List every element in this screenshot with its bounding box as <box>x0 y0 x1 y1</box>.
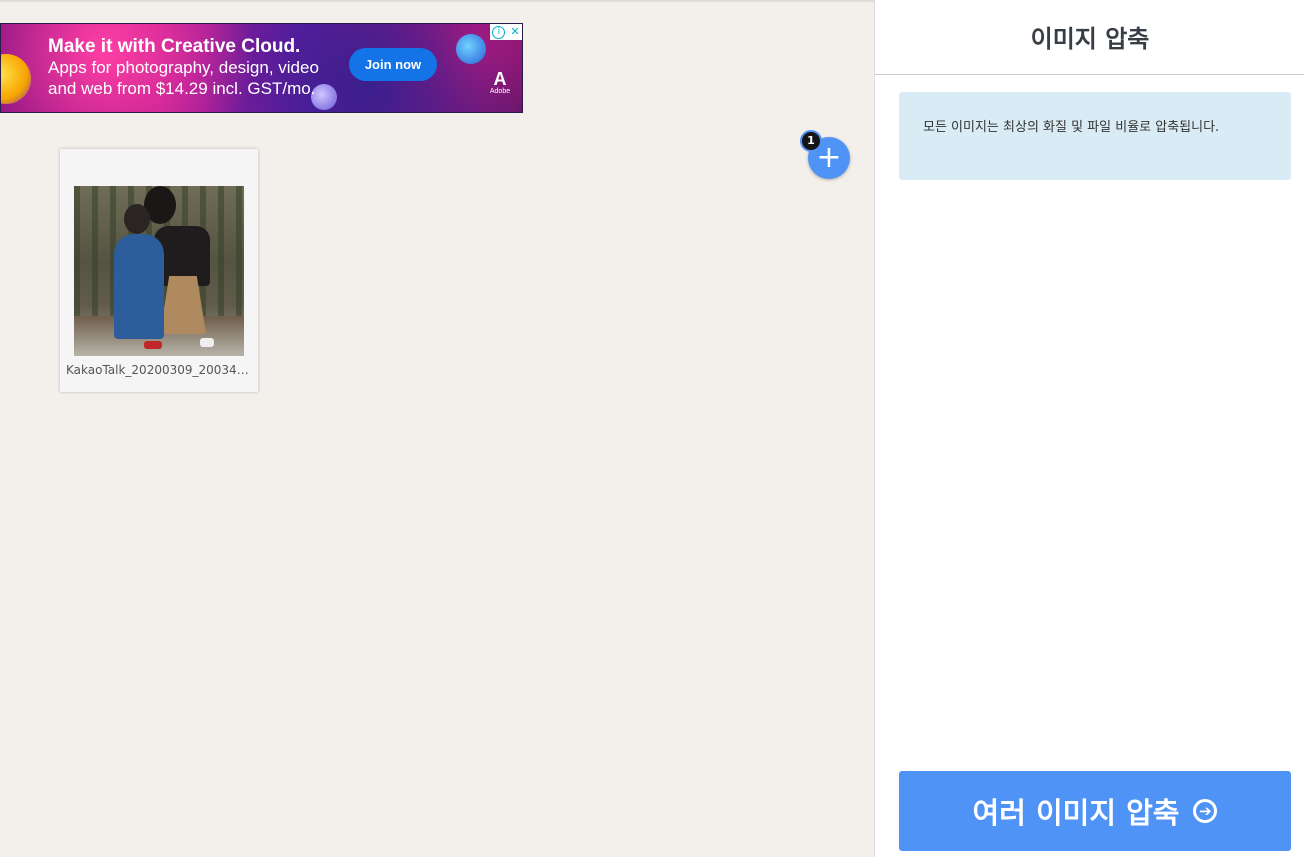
file-name: KakaoTalk_20200309_200349… <box>66 363 254 377</box>
sidebar: 이미지 압축 모든 이미지는 최상의 화질 및 파일 비율로 압축됩니다. 여러… <box>874 0 1304 857</box>
top-shadow <box>0 0 874 3</box>
page-title: 이미지 압축 <box>875 0 1304 75</box>
info-notice: 모든 이미지는 최상의 화질 및 파일 비율로 압축됩니다. <box>899 92 1291 180</box>
ad-headline: Make it with Creative Cloud. <box>48 36 301 57</box>
ad-choices[interactable]: i ✕ <box>490 24 522 40</box>
adobe-logo-mark: A <box>493 69 507 89</box>
adobe-logo: A Adobe <box>487 70 513 95</box>
adobe-logo-word: Adobe <box>489 88 511 95</box>
ad-body: Apps for photography, design, video and … <box>48 58 319 98</box>
compress-button-label: 여러 이미지 압축 <box>972 796 1180 830</box>
close-icon[interactable]: ✕ <box>510 25 519 39</box>
compress-images-button[interactable]: 여러 이미지 압축 ➔ <box>899 771 1291 851</box>
ad-banner[interactable]: Make it with Creative Cloud. Apps for ph… <box>0 23 523 113</box>
plus-icon: + <box>816 140 842 175</box>
ad-join-button[interactable]: Join now <box>349 48 437 81</box>
arrow-right-circle-icon: ➔ <box>1193 799 1218 823</box>
ad-decor-orb <box>1 54 31 104</box>
image-thumbnail <box>74 186 244 356</box>
file-card[interactable]: KakaoTalk_20200309_200349… <box>60 149 258 392</box>
info-icon[interactable]: i <box>492 25 506 39</box>
ad-decor-orb <box>456 34 486 64</box>
file-count-badge: 1 <box>800 130 822 152</box>
